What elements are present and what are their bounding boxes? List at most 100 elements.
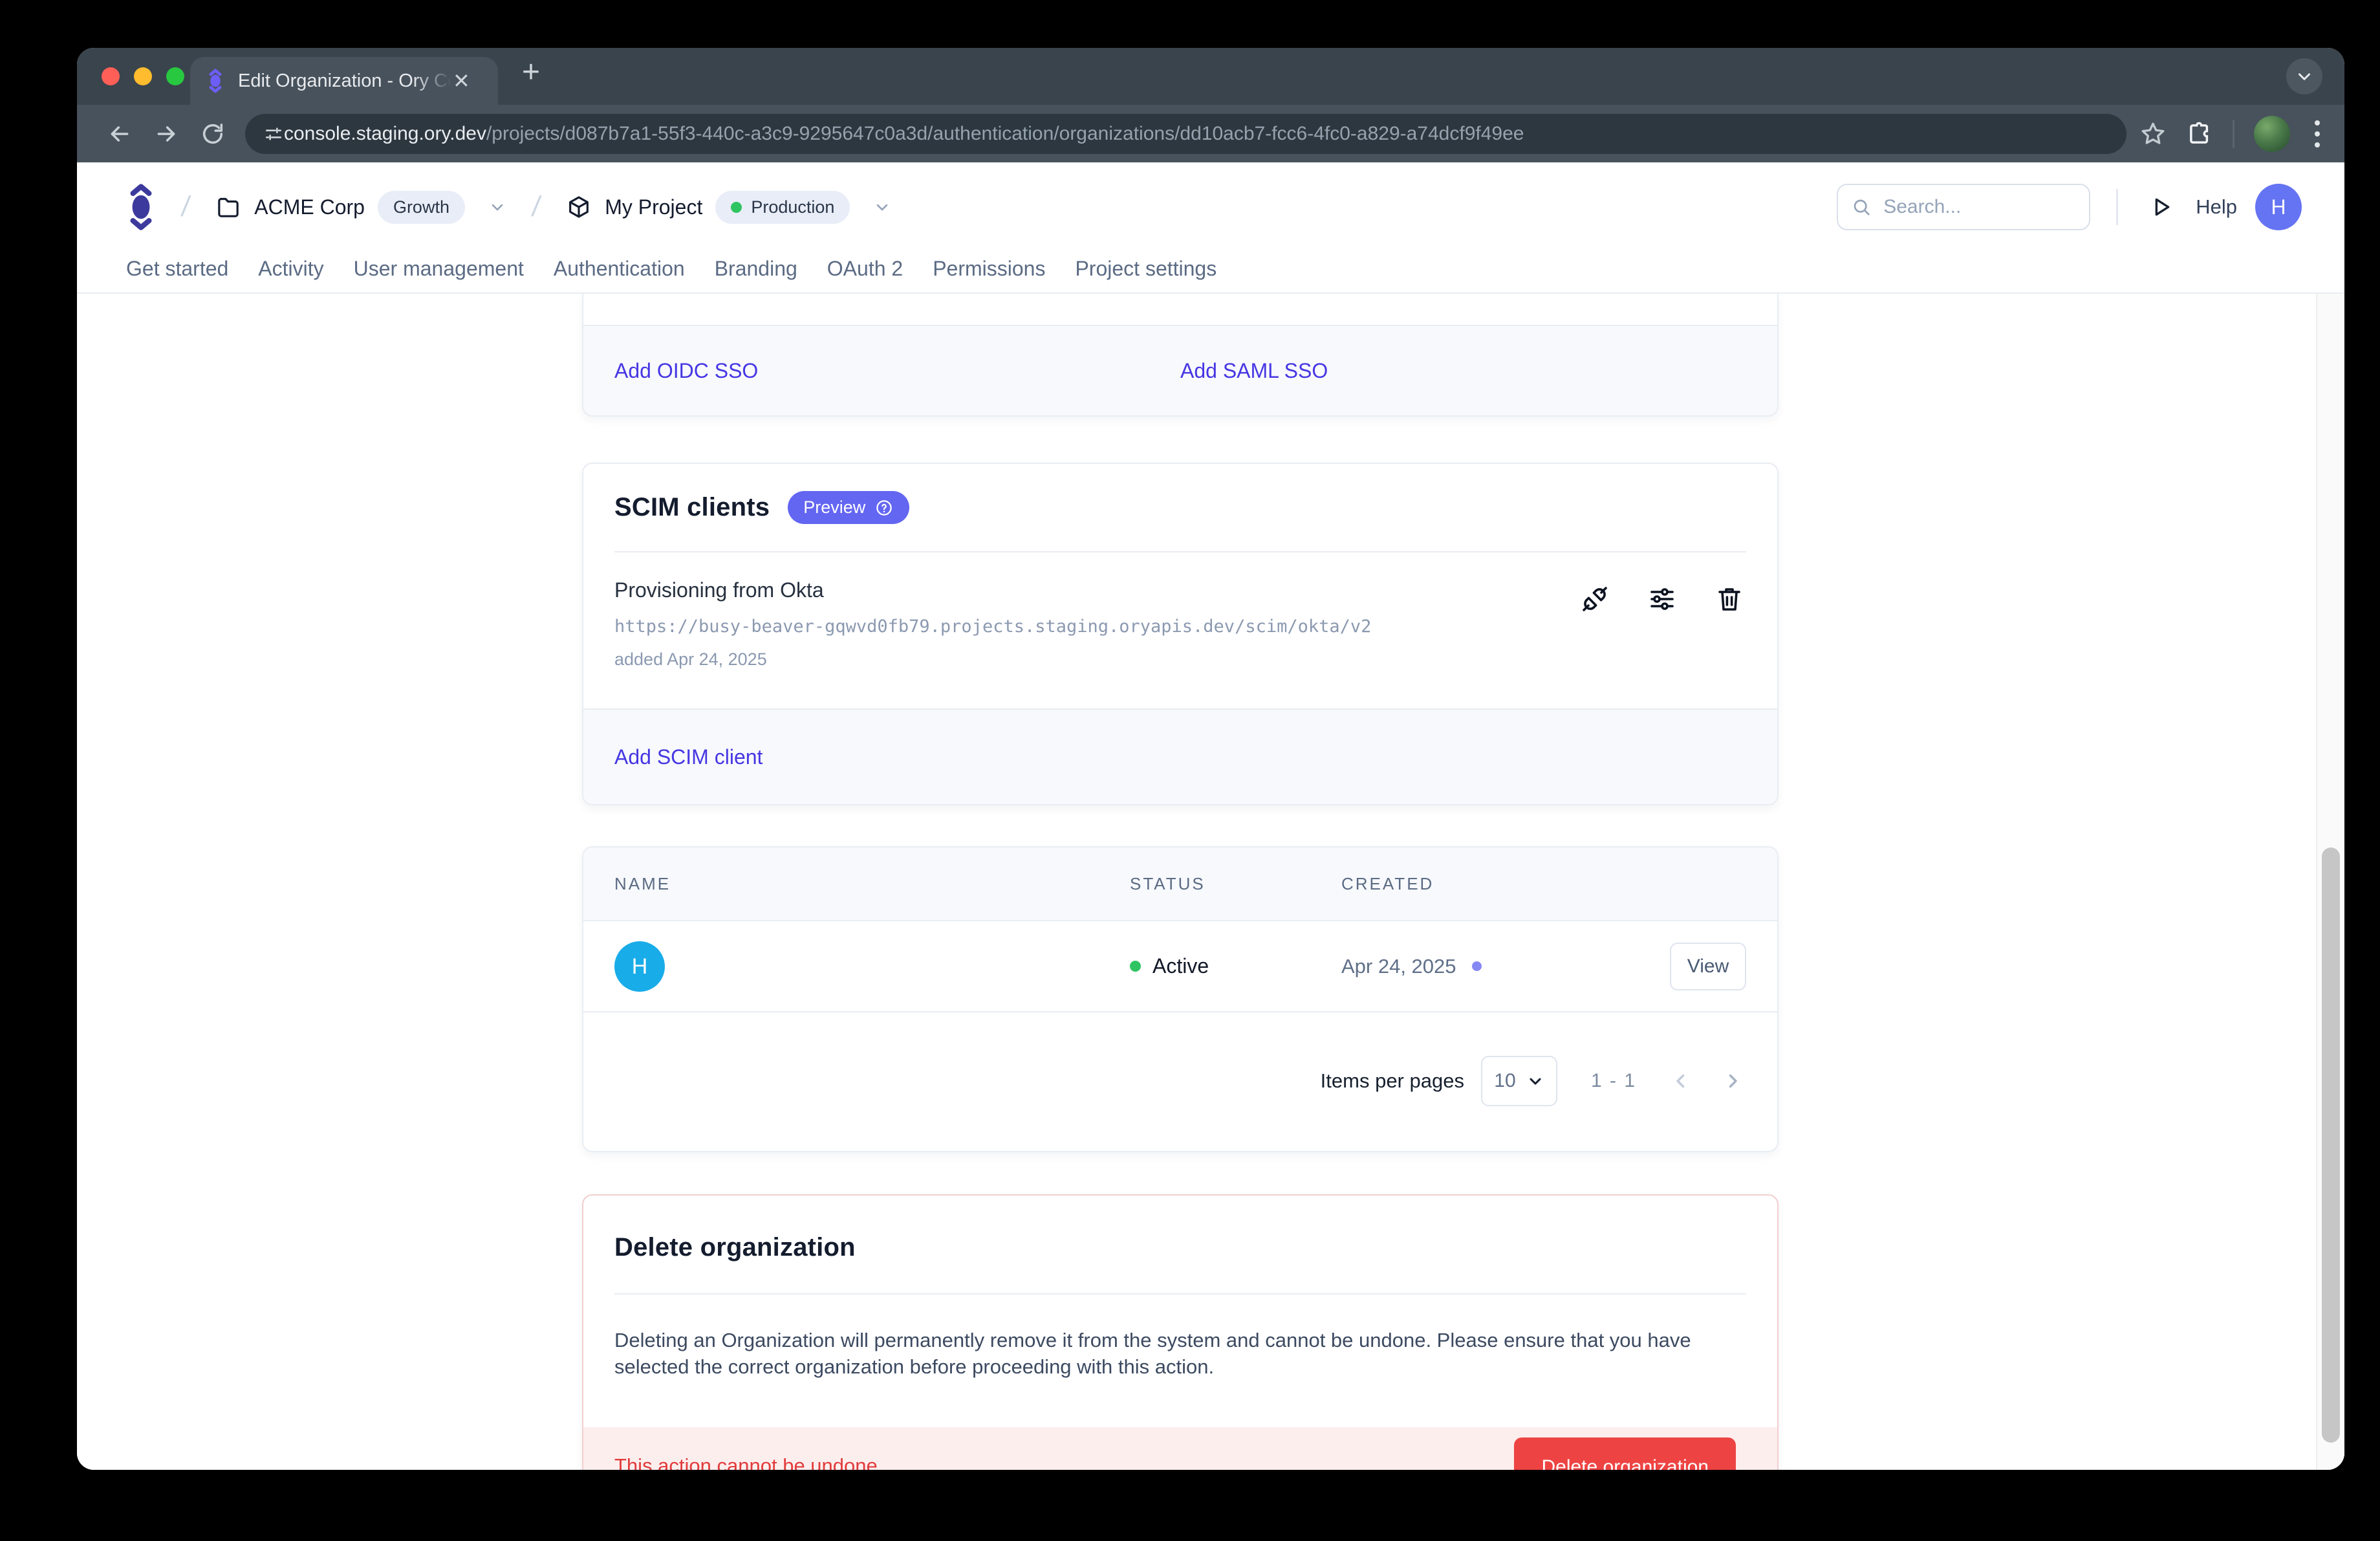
help-link[interactable]: Help xyxy=(2196,195,2237,219)
status-dot xyxy=(731,202,742,213)
toolbar-divider xyxy=(2233,120,2234,148)
minimize-window-button[interactable] xyxy=(134,67,152,85)
column-name: NAME xyxy=(614,847,671,920)
scim-client-added: added Apr 24, 2025 xyxy=(614,650,1746,670)
table-pagination: Items per pages 10 1 - 1 xyxy=(583,1011,1777,1151)
browser-profile-avatar[interactable] xyxy=(2254,116,2290,152)
scim-client-name: Provisioning from Okta xyxy=(614,578,1746,602)
app-header: / ACME Corp Growth / xyxy=(77,162,2344,294)
scim-card-footer: Add SCIM client xyxy=(583,708,1777,804)
scim-client-url: https://busy-beaver-gqwvd0fb79.projects.… xyxy=(614,617,1746,637)
back-button[interactable] xyxy=(105,120,134,148)
test-connection-icon[interactable] xyxy=(1579,584,1610,615)
configure-sliders-icon[interactable] xyxy=(1647,584,1678,615)
user-avatar[interactable]: H xyxy=(2255,184,2302,230)
status-dot xyxy=(1130,961,1141,972)
delete-trash-icon[interactable] xyxy=(1714,584,1745,615)
items-per-page-label: Items per pages xyxy=(1321,1069,1464,1093)
column-status: STATUS xyxy=(1130,847,1206,920)
preview-badge: Preview xyxy=(788,491,909,524)
reload-button[interactable] xyxy=(199,120,227,148)
tab-branding[interactable]: Branding xyxy=(715,257,797,294)
items-per-page-select[interactable]: 10 xyxy=(1481,1056,1557,1106)
project-switcher[interactable]: My Project Production xyxy=(566,191,891,224)
breadcrumb: / ACME Corp Growth / xyxy=(126,162,891,252)
window-controls xyxy=(102,67,184,85)
tab-search-button[interactable] xyxy=(2286,58,2322,94)
breadcrumb-separator: / xyxy=(530,191,542,223)
chevron-down-icon xyxy=(873,198,891,216)
delete-card-footer: This action cannot be undone. Delete org… xyxy=(583,1427,1777,1470)
ory-console-app: / ACME Corp Growth / xyxy=(77,162,2344,1470)
extensions-icon[interactable] xyxy=(2186,120,2213,148)
table-row: H Active Apr 24, 2025 View xyxy=(583,921,1777,1012)
search-input-wrapper[interactable] xyxy=(1837,184,2090,230)
toolbar-right xyxy=(2139,116,2325,152)
folder-icon xyxy=(215,194,241,220)
tab-activity[interactable]: Activity xyxy=(258,257,323,294)
forward-button[interactable] xyxy=(152,120,180,148)
search-input[interactable] xyxy=(1882,195,2076,219)
organization-table-card: NAME STATUS CREATED H Active Apr 24, 202… xyxy=(582,846,1779,1152)
row-avatar: H xyxy=(614,941,665,992)
scim-client-row: Provisioning from Okta https://busy-beav… xyxy=(614,578,1746,670)
search-icon xyxy=(1851,197,1872,217)
environment-badge: Production xyxy=(715,191,850,224)
view-button[interactable]: View xyxy=(1670,943,1746,990)
created-cell: Apr 24, 2025 xyxy=(1341,921,1482,1011)
sso-card-footer: Add OIDC SSO Add SAML SSO xyxy=(583,325,1777,415)
fullscreen-window-button[interactable] xyxy=(166,67,184,85)
scrollbar-thumb[interactable] xyxy=(2322,847,2340,1443)
add-saml-sso-link[interactable]: Add SAML SSO xyxy=(1180,359,1328,383)
address-bar[interactable]: console.staging.ory.dev/projects/d087b7a… xyxy=(245,114,2126,154)
question-circle-icon[interactable] xyxy=(874,498,894,518)
scim-clients-card: SCIM clients Preview Provisioning from O… xyxy=(582,463,1779,805)
run-playground-icon[interactable] xyxy=(2148,194,2174,220)
scrollbar-track[interactable] xyxy=(2316,294,2344,1470)
date-indicator-dot xyxy=(1472,961,1482,971)
project-nav: Get started Activity User management Aut… xyxy=(126,257,1217,294)
delete-warning-text: This action cannot be undone. xyxy=(614,1454,883,1470)
header-actions: Help H xyxy=(1837,183,2302,231)
ory-favicon xyxy=(206,69,225,93)
add-oidc-sso-link[interactable]: Add OIDC SSO xyxy=(614,359,758,383)
tab-get-started[interactable]: Get started xyxy=(126,257,228,294)
sso-card: Add OIDC SSO Add SAML SSO xyxy=(582,294,1779,417)
package-icon xyxy=(566,194,592,220)
divider xyxy=(614,551,1746,552)
previous-page-button[interactable] xyxy=(1670,1070,1692,1092)
divider xyxy=(614,1293,1746,1295)
scim-card-title: SCIM clients xyxy=(614,493,770,522)
page-content: Add OIDC SSO Add SAML SSO SCIM clients P… xyxy=(77,294,2344,1470)
url-text: console.staging.ory.dev/projects/d087b7a… xyxy=(284,123,1524,145)
header-divider xyxy=(2116,189,2118,225)
chevron-down-icon xyxy=(488,198,506,216)
table-header: NAME STATUS CREATED xyxy=(583,847,1777,921)
tab-user-management[interactable]: User management xyxy=(354,257,524,294)
delete-description: Deleting an Organization will permanentl… xyxy=(614,1327,1740,1380)
next-page-button[interactable] xyxy=(1722,1070,1744,1092)
tab-close-icon[interactable]: ✕ xyxy=(453,71,470,91)
project-name: My Project xyxy=(605,195,702,219)
pagination-range: 1 - 1 xyxy=(1591,1070,1636,1092)
tab-oauth2[interactable]: OAuth 2 xyxy=(827,257,903,294)
tab-authentication[interactable]: Authentication xyxy=(554,257,685,294)
tab-title: Edit Organization - Ory Conso xyxy=(238,71,451,92)
bookmark-star-icon[interactable] xyxy=(2139,120,2167,148)
browser-window: Edit Organization - Ory Conso ✕ + con xyxy=(77,48,2344,1470)
add-scim-client-link[interactable]: Add SCIM client xyxy=(614,745,763,769)
close-window-button[interactable] xyxy=(102,67,120,85)
chevron-down-icon xyxy=(2295,67,2314,86)
active-tab[interactable]: Edit Organization - Ory Conso ✕ xyxy=(190,57,498,105)
workspace-switcher[interactable]: ACME Corp Growth xyxy=(215,191,506,224)
browser-menu-icon[interactable] xyxy=(2310,120,2325,148)
site-settings-icon[interactable] xyxy=(263,124,284,144)
new-tab-button[interactable]: + xyxy=(522,57,540,88)
ory-logo[interactable] xyxy=(126,182,156,232)
tab-project-settings[interactable]: Project settings xyxy=(1075,257,1217,294)
tab-permissions[interactable]: Permissions xyxy=(933,257,1045,294)
plan-badge: Growth xyxy=(378,191,465,224)
delete-organization-card: Delete organization Deleting an Organiza… xyxy=(582,1194,1779,1470)
delete-organization-button[interactable]: Delete organization xyxy=(1514,1437,1736,1470)
browser-toolbar: console.staging.ory.dev/projects/d087b7a… xyxy=(77,105,2344,162)
